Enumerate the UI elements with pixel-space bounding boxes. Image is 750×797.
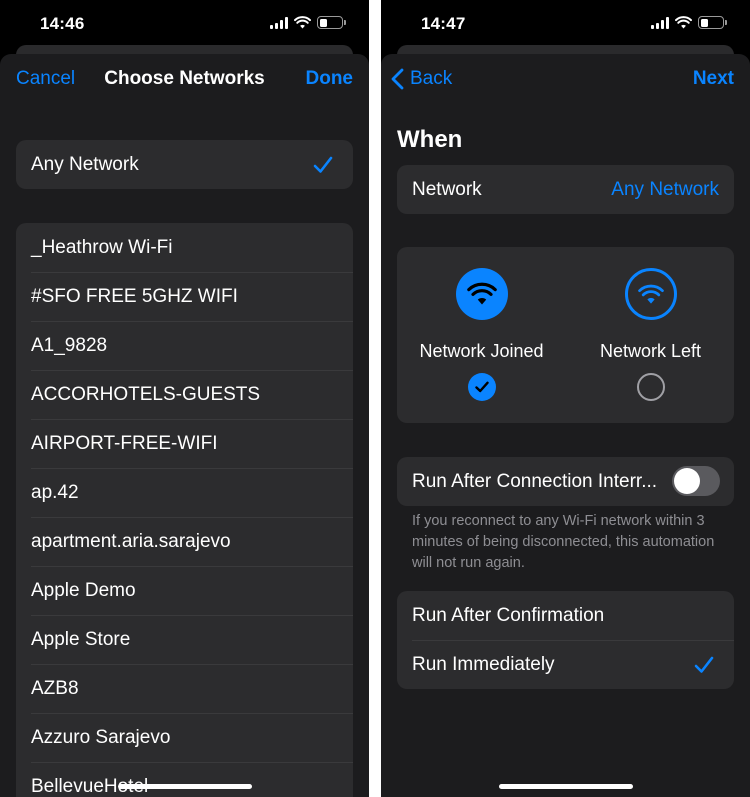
run-after-confirmation-row[interactable]: Run After Confirmation [397, 591, 734, 640]
status-icons [651, 16, 727, 29]
nav-bar: Cancel Choose Networks Done [0, 54, 369, 106]
cellular-signal-icon [270, 16, 288, 29]
run-after-interruption-row: Run After Connection Interr... [397, 457, 734, 506]
interruption-group: Run After Connection Interr... [397, 457, 734, 506]
checkmark-icon [694, 656, 714, 673]
network-joined-label: Network Joined [419, 341, 544, 361]
run-immediately-row[interactable]: Run Immediately [397, 640, 734, 689]
network-name: Apple Demo [31, 579, 136, 601]
network-name: ACCORHOTELS-GUESTS [31, 383, 261, 405]
network-list-item[interactable]: Apple Store [16, 615, 353, 664]
network-name: Azzuro Sarajevo [31, 726, 171, 748]
wifi-icon [675, 16, 692, 29]
wifi-icon [294, 16, 311, 29]
network-name: AIRPORT-FREE-WIFI [31, 432, 218, 454]
toggle-knob [674, 468, 700, 494]
network-list-item[interactable]: A1_9828 [16, 321, 353, 370]
network-list-item[interactable]: _Heathrow Wi-Fi [16, 223, 353, 272]
home-indicator[interactable] [498, 784, 633, 789]
phone-choose-networks: 14:46 Cancel Choose Networks Done Any Ne… [0, 0, 369, 797]
checkmark-icon [313, 156, 333, 173]
status-bar: 14:46 [0, 0, 369, 48]
chevron-left-icon [391, 68, 404, 90]
network-left-label: Network Left [599, 341, 702, 361]
network-label: Network [412, 178, 482, 200]
battery-icon [317, 16, 346, 29]
status-icons [270, 16, 346, 29]
network-left-option[interactable]: Network Left [566, 247, 735, 423]
network-name: #SFO FREE 5GHZ WIFI [31, 285, 238, 307]
network-name: A1_9828 [31, 334, 108, 356]
network-name: apartment.aria.sarajevo [31, 530, 231, 552]
run-after-confirmation-label: Run After Confirmation [412, 604, 605, 626]
next-button[interactable]: Next [693, 68, 734, 90]
network-left-radio[interactable] [636, 373, 665, 401]
network-list-item[interactable]: ACCORHOTELS-GUESTS [16, 370, 353, 419]
network-list-item[interactable]: ap.42 [16, 468, 353, 517]
network-row[interactable]: Network Any Network [397, 165, 734, 214]
network-list-item[interactable]: Apple Demo [16, 566, 353, 615]
run-options-group: Run After Confirmation Run Immediately [397, 591, 734, 689]
back-label: Back [410, 68, 453, 89]
section-title: When [397, 126, 463, 153]
cellular-signal-icon [651, 16, 669, 29]
home-indicator[interactable] [117, 784, 252, 789]
trigger-choice-card: Network Joined Network Left [397, 247, 734, 423]
any-network-label: Any Network [31, 153, 139, 175]
network-list-item[interactable]: AIRPORT-FREE-WIFI [16, 419, 353, 468]
network-joined-radio[interactable] [467, 373, 496, 401]
wifi-icon [455, 268, 508, 320]
network-name: ap.42 [31, 481, 79, 503]
nav-bar: Back Next [381, 54, 750, 106]
checkmark-icon [474, 381, 489, 393]
network-list-item[interactable]: Azzuro Sarajevo [16, 713, 353, 762]
network-list: _Heathrow Wi-Fi #SFO FREE 5GHZ WIFI A1_9… [16, 223, 353, 797]
automation-sheet: Back Next When Network Any Network Netwo… [381, 54, 750, 797]
done-button[interactable]: Done [306, 68, 354, 90]
phone-automation-when: 14:47 Back Next When Network Any Network [381, 0, 750, 797]
network-name: Apple Store [31, 628, 131, 650]
run-after-interruption-toggle[interactable] [672, 466, 720, 496]
choose-networks-sheet: Cancel Choose Networks Done Any Network … [0, 54, 369, 797]
any-network-group: Any Network [16, 140, 353, 189]
back-button[interactable]: Back [391, 68, 452, 90]
network-name: _Heathrow Wi-Fi [31, 236, 173, 258]
network-joined-option[interactable]: Network Joined [397, 247, 566, 423]
status-bar: 14:47 [381, 0, 750, 48]
status-time: 14:46 [40, 14, 85, 33]
network-name: AZB8 [31, 677, 79, 699]
run-after-interruption-label: Run After Connection Interr... [412, 470, 658, 492]
network-group: Network Any Network [397, 165, 734, 214]
network-list-item[interactable]: apartment.aria.sarajevo [16, 517, 353, 566]
network-list-item[interactable]: BellevueHotel [16, 762, 353, 797]
run-immediately-label: Run Immediately [412, 653, 555, 675]
interruption-footnote: If you reconnect to any Wi-Fi network wi… [412, 513, 715, 571]
battery-icon [698, 16, 727, 29]
status-time: 14:47 [421, 14, 466, 33]
network-list-item[interactable]: #SFO FREE 5GHZ WIFI [16, 272, 353, 321]
wifi-icon [624, 268, 677, 320]
any-network-row[interactable]: Any Network [16, 140, 353, 189]
network-value: Any Network [611, 178, 719, 200]
network-list-item[interactable]: AZB8 [16, 664, 353, 713]
